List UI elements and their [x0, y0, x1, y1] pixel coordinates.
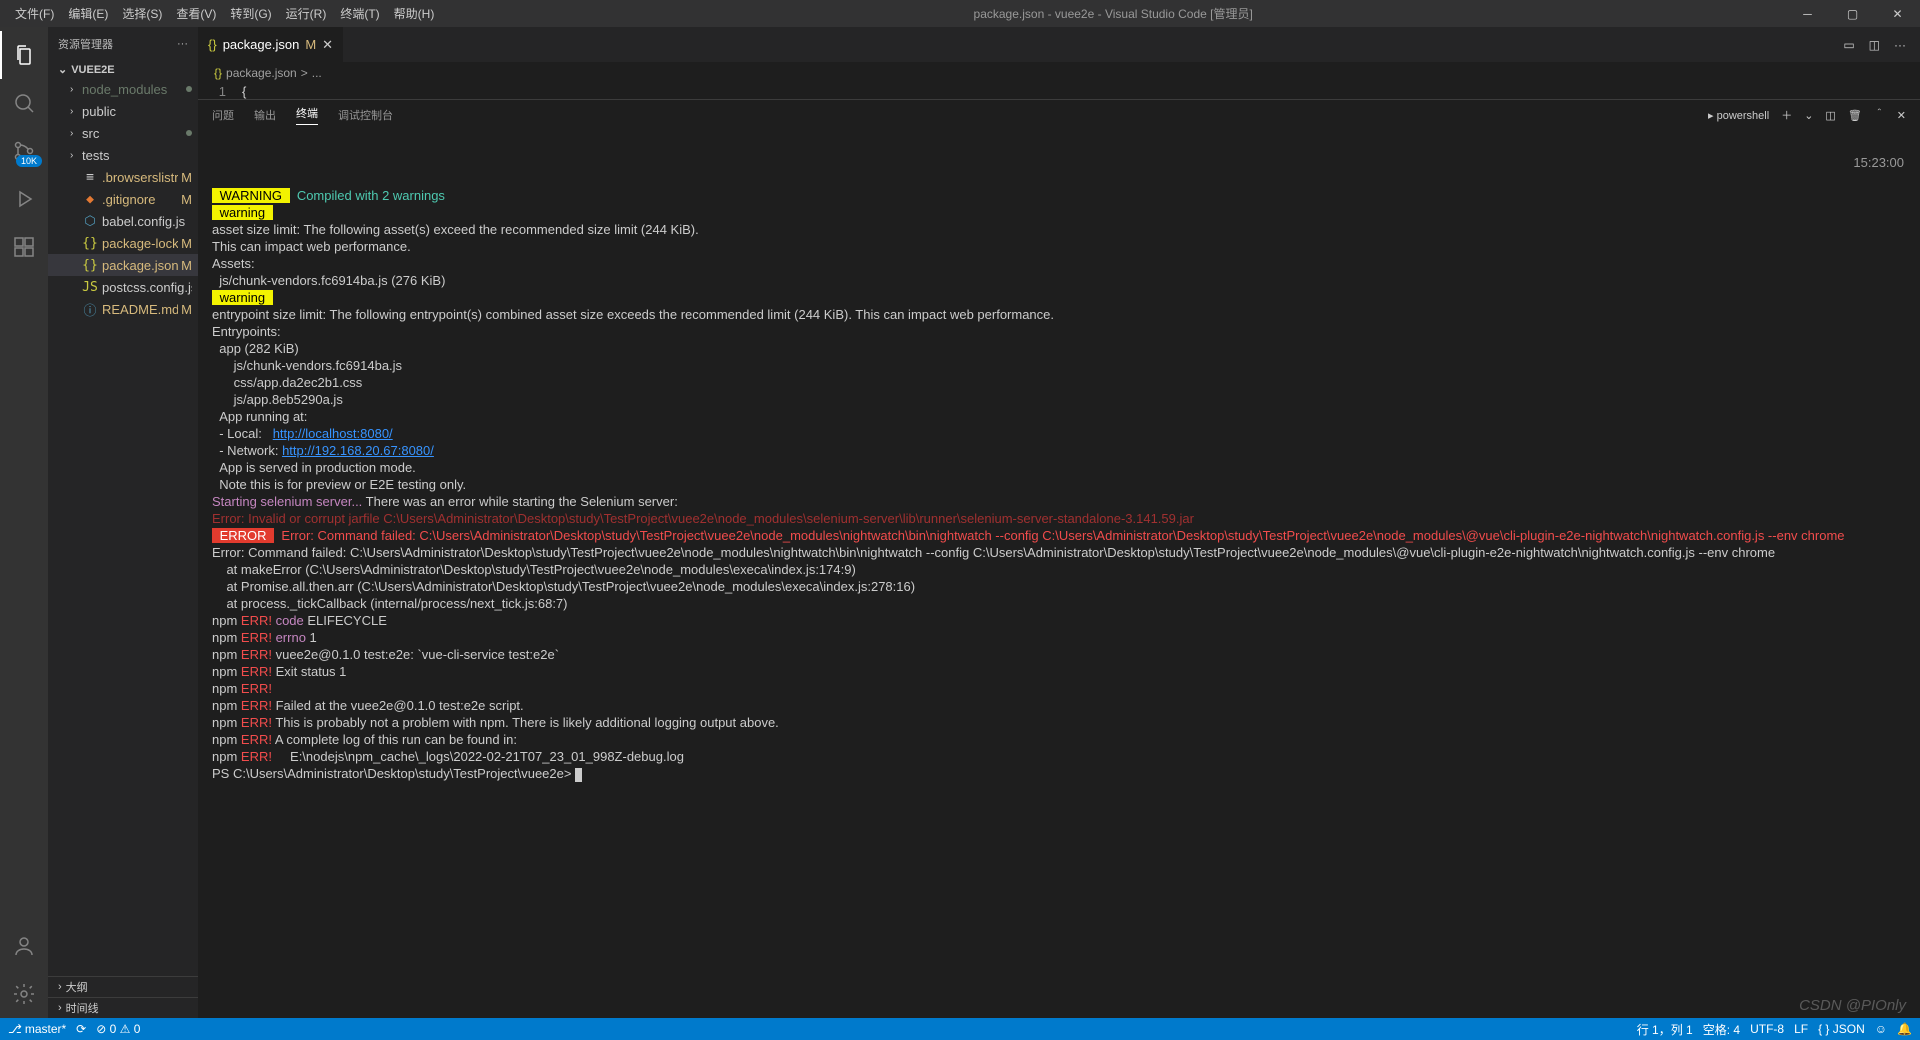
status-sync[interactable]: ⟳: [76, 1022, 86, 1036]
editor-more-icon[interactable]: ···: [1894, 38, 1906, 52]
explorer-sidebar: 资源管理器 ··· ⌄ VUEE2E ›node_modules›public›…: [48, 27, 198, 1018]
window-title: package.json - vuee2e - Visual Studio Co…: [441, 5, 1785, 22]
sidebar-title: 资源管理器: [58, 36, 113, 52]
menu-go[interactable]: 转到(G): [223, 1, 278, 26]
tree-item-babel-config-js[interactable]: ⬡babel.config.js: [48, 210, 198, 232]
tree-item-src[interactable]: ›src: [48, 122, 198, 144]
tree-item-package-json[interactable]: {}package.jsonM: [48, 254, 198, 276]
tree-item-node_modules[interactable]: ›node_modules: [48, 78, 198, 100]
activity-scm[interactable]: 10K: [0, 127, 48, 175]
terminal-dropdown-icon[interactable]: ⌄: [1804, 109, 1813, 122]
breadcrumb[interactable]: {} package.json > ...: [198, 62, 1920, 84]
file-tree: ›node_modules›public›src›tests≡.browsers…: [48, 78, 198, 976]
window-close-button[interactable]: ✕: [1875, 0, 1920, 27]
panel-tabs: 问题 输出 终端 调试控制台 ▸ powershell ＋ ⌄ ◫ 🗑 ＾ ✕: [198, 100, 1920, 130]
code-text: {: [242, 84, 246, 99]
status-notifications-icon[interactable]: 🔔: [1897, 1022, 1912, 1036]
line-number: 1: [212, 84, 242, 99]
menu-edit[interactable]: 编辑(E): [61, 1, 115, 26]
status-branch[interactable]: ⎇ master*: [8, 1022, 66, 1036]
root-label: VUEE2E: [71, 64, 114, 76]
menu-bar: 文件(F) 编辑(E) 选择(S) 查看(V) 转到(G) 运行(R) 终端(T…: [0, 1, 441, 26]
status-encoding[interactable]: UTF-8: [1750, 1022, 1784, 1036]
menu-run[interactable]: 运行(R): [279, 1, 334, 26]
activity-search[interactable]: [0, 79, 48, 127]
timestamp: 15:23:00: [1853, 154, 1904, 171]
activity-account[interactable]: [0, 922, 48, 970]
tree-item--gitignore[interactable]: ◆.gitignoreM: [48, 188, 198, 210]
status-indent[interactable]: 空格: 4: [1703, 1021, 1740, 1038]
tree-item-postcss-config-js[interactable]: JSpostcss.config.js: [48, 276, 198, 298]
chevron-down-icon: ⌄: [58, 63, 67, 76]
menu-selection[interactable]: 选择(S): [115, 1, 169, 26]
menu-view[interactable]: 查看(V): [169, 1, 223, 26]
folder-root[interactable]: ⌄ VUEE2E: [48, 61, 198, 78]
window-minimize-button[interactable]: ─: [1785, 0, 1830, 27]
scm-badge: 10K: [16, 155, 42, 167]
split-editor-icon[interactable]: ◫: [1869, 38, 1880, 52]
tab-package-json[interactable]: {} package.json M ✕: [198, 27, 343, 62]
menu-terminal[interactable]: 终端(T): [333, 1, 386, 26]
terminal-split-icon[interactable]: ◫: [1825, 109, 1835, 122]
panel-tab-debug[interactable]: 调试控制台: [338, 107, 393, 123]
window-maximize-button[interactable]: ▢: [1830, 0, 1875, 27]
tree-item-README-md[interactable]: ⓘREADME.mdM: [48, 298, 198, 320]
activity-explorer[interactable]: [0, 31, 48, 79]
status-language[interactable]: { } JSON: [1818, 1022, 1865, 1036]
panel-tab-problems[interactable]: 问题: [212, 107, 234, 123]
json-file-icon: {}: [214, 66, 222, 80]
editor-tabs: {} package.json M ✕ ▭ ◫ ···: [198, 27, 1920, 62]
terminal-kill-icon[interactable]: 🗑: [1848, 109, 1862, 122]
activity-settings[interactable]: [0, 970, 48, 1018]
tree-item-package-lock-json[interactable]: {}package-lock.jsonM: [48, 232, 198, 254]
status-feedback-icon[interactable]: ☺: [1875, 1022, 1887, 1036]
status-cursor-pos[interactable]: 行 1，列 1: [1637, 1021, 1693, 1038]
tree-item-public[interactable]: ›public: [48, 100, 198, 122]
outline-section[interactable]: ›大纲: [48, 976, 198, 997]
title-bar: 文件(F) 编辑(E) 选择(S) 查看(V) 转到(G) 运行(R) 终端(T…: [0, 0, 1920, 27]
code-line[interactable]: 1 {: [198, 84, 1920, 99]
sidebar-more-icon[interactable]: ···: [177, 38, 188, 50]
activity-extensions[interactable]: [0, 223, 48, 271]
terminal-new-icon[interactable]: ＋: [1781, 107, 1792, 123]
terminal-shell-select[interactable]: ▸ powershell: [1708, 109, 1769, 122]
timeline-section[interactable]: ›时间线: [48, 997, 198, 1018]
tree-item--browserslistrc[interactable]: ≡.browserslistrcM: [48, 166, 198, 188]
status-eol[interactable]: LF: [1794, 1022, 1808, 1036]
json-file-icon: {}: [208, 37, 217, 52]
panel-tab-terminal[interactable]: 终端: [296, 105, 318, 125]
activity-bar: 10K: [0, 27, 48, 1018]
tab-status: M: [305, 37, 316, 52]
toggle-minimap-icon[interactable]: ▭: [1843, 38, 1854, 52]
menu-file[interactable]: 文件(F): [8, 1, 61, 26]
tab-close-icon[interactable]: ✕: [322, 37, 333, 53]
status-problems[interactable]: ⊘ 0 ⚠ 0: [96, 1022, 140, 1036]
menu-help[interactable]: 帮助(H): [387, 1, 442, 26]
panel: 问题 输出 终端 调试控制台 ▸ powershell ＋ ⌄ ◫ 🗑 ＾ ✕ …: [198, 99, 1920, 1018]
editor-area: {} package.json M ✕ ▭ ◫ ··· {} package.j…: [198, 27, 1920, 1018]
tree-item-tests[interactable]: ›tests: [48, 144, 198, 166]
panel-maximize-icon[interactable]: ＾: [1874, 107, 1885, 123]
panel-tab-output[interactable]: 输出: [254, 107, 276, 123]
terminal-output[interactable]: 15:23:00 WARNING Compiled with 2 warning…: [198, 130, 1920, 1018]
activity-run-debug[interactable]: [0, 175, 48, 223]
panel-close-icon[interactable]: ✕: [1897, 109, 1906, 122]
tab-label: package.json: [223, 37, 300, 52]
status-bar: ⎇ master* ⟳ ⊘ 0 ⚠ 0 行 1，列 1 空格: 4 UTF-8 …: [0, 1018, 1920, 1040]
